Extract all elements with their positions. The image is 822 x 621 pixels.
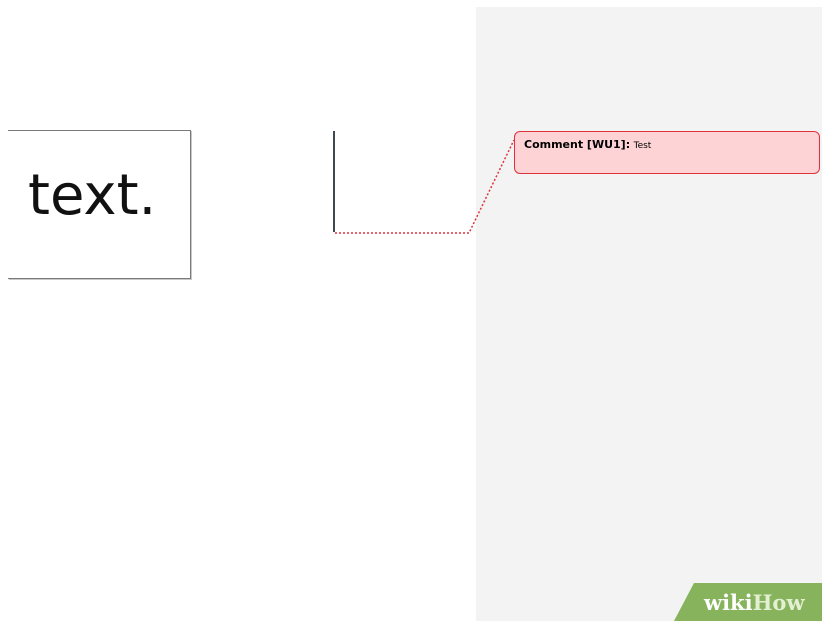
wikihow-logo-wiki: wiki (704, 590, 753, 615)
comment-label: Comment [WU1]: (524, 138, 631, 151)
text-box-content: text. (28, 163, 157, 228)
text-box[interactable]: text. (8, 130, 191, 279)
comment-text: Test (633, 141, 652, 151)
document-page[interactable]: text. (0, 0, 476, 621)
wikihow-watermark: wikiHow (674, 583, 822, 621)
markup-pane (476, 7, 822, 621)
wikihow-logo-how: How (752, 590, 805, 615)
wikihow-logo-text: wikiHow (704, 589, 805, 617)
comment-balloon[interactable]: Comment [WU1]: Test (514, 131, 820, 174)
text-cursor (333, 131, 335, 232)
